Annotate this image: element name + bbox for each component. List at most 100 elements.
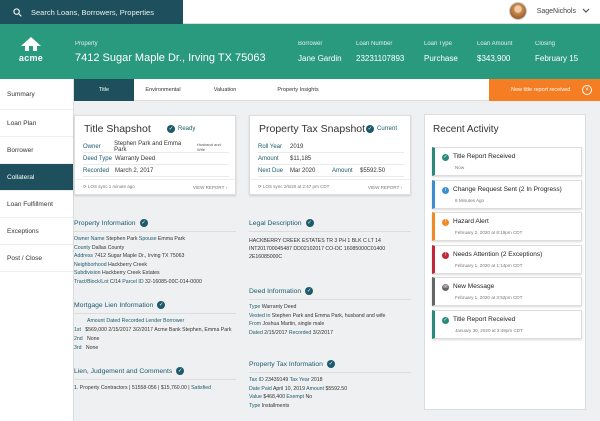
logo-text: acme — [18, 53, 44, 63]
info-value: 3/2/2017 — [312, 329, 333, 336]
mortgage-information-title: Mortgage Lien Information — [74, 301, 154, 309]
info-value: 23439149 — [265, 377, 289, 383]
activity-item[interactable]: i Change Request Sent (2 In Progress) 8 Mi… — [432, 179, 582, 209]
info-key: Neighborhood — [74, 261, 109, 268]
recent-activity-panel: Recent Activity ✓ Title Report Received No… — [424, 114, 586, 410]
sidebar-item-loan-plan[interactable]: Loan Plan — [0, 110, 73, 137]
sidebar-item-exceptions[interactable]: Exceptions — [0, 218, 73, 245]
activity-date: Now — [455, 165, 465, 170]
header-loan-number: Loan Number 23231107893 — [356, 41, 404, 63]
activity-title: Hazard Alert — [453, 218, 489, 225]
info-value: Dallas County — [91, 244, 125, 251]
activity-item[interactable]: ✓ Title Report Received January 30, 2020 a… — [432, 309, 582, 339]
user-name: SageNichols — [536, 7, 576, 15]
divider — [249, 299, 411, 300]
info-line: Tract/Block/Lot C/14 Parcel ID 32-16085-… — [74, 279, 202, 285]
search-input[interactable]: Search Loans, Borrowers, Properties — [31, 8, 154, 17]
sidebar-item-loan-fulfillment[interactable]: Loan Fulfillment — [0, 191, 73, 218]
sidebar-item-summary[interactable]: Summary — [0, 79, 73, 110]
mortgage-row-value: None — [85, 345, 99, 351]
info-value: 2/15/2017 — [264, 329, 288, 336]
sync-text: LOS sync 2/5/20 at 2:47 pm CDT — [263, 184, 330, 189]
info-line: Vested in Stephen Park and Emma Park, hu… — [249, 313, 385, 319]
search-bar[interactable]: Search Loans, Borrowers, Properties — [0, 0, 183, 24]
tab-environmental[interactable]: Environmental — [134, 79, 192, 101]
view-report-link[interactable]: VIEW REPORT › — [368, 185, 402, 190]
mortgage-row-3rd: 3rd None — [74, 345, 98, 351]
activity-item[interactable]: ! Hazard Alert February 2, 2020 at 8:19pm … — [432, 212, 582, 241]
recorded-row: Recorded March 2, 2017 — [83, 165, 229, 177]
divider — [74, 231, 236, 232]
top-bar: Search Loans, Borrowers, Properties Sage… — [0, 0, 600, 24]
info-value: Joshua Martin, single male — [262, 321, 325, 327]
header-loan-amount: Loan Amount $343,900 — [477, 41, 512, 63]
tax-snapshot-card: Property Tax Snapshot ✓ Current Roll Yea… — [249, 115, 411, 195]
activity-item[interactable]: ! Needs Attention (2 Exceptions) February … — [432, 244, 582, 274]
next-due-row: Next Due Mar 2020 Amount $5592.50 — [258, 165, 404, 177]
activity-date: February 2, 2020 at 8:19pm CDT — [455, 230, 523, 235]
info-key: Owner Name — [74, 236, 106, 242]
alert-label: New title report received — [511, 87, 571, 93]
legal-description-title: Legal Description — [249, 219, 302, 227]
tax-status: ✓ Current — [366, 125, 397, 133]
close-icon[interactable]: × — [582, 85, 592, 95]
activity-item[interactable]: ✓ Title Report Received Now — [432, 147, 582, 176]
info-value: C/14 — [109, 278, 121, 285]
tab-property-insights[interactable]: Property Insights — [258, 79, 338, 101]
property-information-title: Property Information — [74, 219, 136, 227]
header-closing: Closing February 15 — [535, 41, 578, 63]
activity-title: Title Report Received — [453, 153, 516, 160]
info-value: Warranty Deed — [261, 304, 297, 310]
info-key: From — [249, 321, 263, 327]
info-key: Parcel ID — [120, 278, 146, 285]
info-key: Spouse — [137, 236, 158, 242]
owner-note: Husband and Wife — [196, 141, 221, 152]
new-title-report-button[interactable]: New title report received × — [489, 79, 600, 101]
check-circle-icon: ✓ — [167, 125, 175, 133]
sync-text: LOS sync 1 minute ago — [88, 184, 135, 189]
activity-status-icon: ✓ — [442, 316, 449, 324]
tab-bar: Title Environmental Valuation Property I… — [74, 79, 600, 101]
info-key: Type — [249, 304, 262, 310]
view-report-link[interactable]: VIEW REPORT › — [193, 185, 227, 190]
info-line: Owner Name Stephen Park Spouse Emma Park — [74, 236, 185, 242]
owner-row: Owner Stephen Park and Emma Park Husband… — [83, 141, 229, 153]
activity-date: 8 Minutes Ago — [455, 197, 485, 203]
avatar[interactable] — [508, 2, 527, 20]
sidebar-item-borrower[interactable]: Borrower — [0, 137, 73, 164]
check-circle-icon: ✓ — [157, 301, 166, 309]
tab-valuation[interactable]: Valuation — [192, 79, 258, 101]
loan-type-value: Purchase — [424, 54, 458, 63]
info-line: Neighborhood Hackberry Creek — [74, 262, 147, 268]
sidebar-item-post-close[interactable]: Post / Close — [0, 245, 73, 272]
next-due-label: Next Due — [258, 167, 284, 174]
info-value: Emma Park — [157, 236, 186, 242]
activity-item[interactable]: ✉ New Message February 1, 2020 at 3:52pm C… — [432, 277, 582, 306]
closing-value: February 15 — [535, 54, 579, 63]
tax-information-title: Property Tax Information — [249, 360, 323, 368]
legal-description-heading: Legal Description ✓ — [249, 219, 314, 227]
info-value: $5592.50 — [325, 385, 348, 392]
roll-year-row: Roll Year 2019 — [258, 141, 404, 153]
tab-title[interactable]: Title — [74, 79, 134, 101]
info-line: Type Installments — [249, 403, 289, 409]
info-line: County Dallas County — [74, 245, 124, 251]
info-value: Installments — [261, 402, 290, 409]
header-borrower: Borrower Jane Gardin — [298, 41, 342, 63]
loan-number-label: Loan Number — [356, 41, 393, 47]
info-key: Dated — [249, 329, 265, 336]
roll-year-value: 2019 — [290, 143, 304, 150]
activity-date: February 1, 2020 at 3:52pm CDT — [455, 295, 523, 300]
info-key: Date Paid — [249, 385, 273, 392]
user-menu[interactable]: SageNichols — [508, 2, 590, 20]
legal-line: 2E16085000C — [249, 254, 283, 260]
info-key: Vested in — [249, 312, 272, 319]
mortgage-information-heading: Mortgage Lien Information ✓ — [74, 301, 166, 309]
info-value: No — [305, 394, 313, 400]
liens-title: Lien, Judgement and Comments — [74, 367, 173, 375]
sidebar-item-collateral[interactable]: Collateral — [0, 164, 73, 191]
title-status-text: Ready — [178, 126, 196, 132]
activity-status-icon: i — [442, 186, 449, 194]
info-line: Value $468,400 Exempt No — [249, 394, 312, 400]
tax-status-text: Current — [377, 126, 398, 132]
